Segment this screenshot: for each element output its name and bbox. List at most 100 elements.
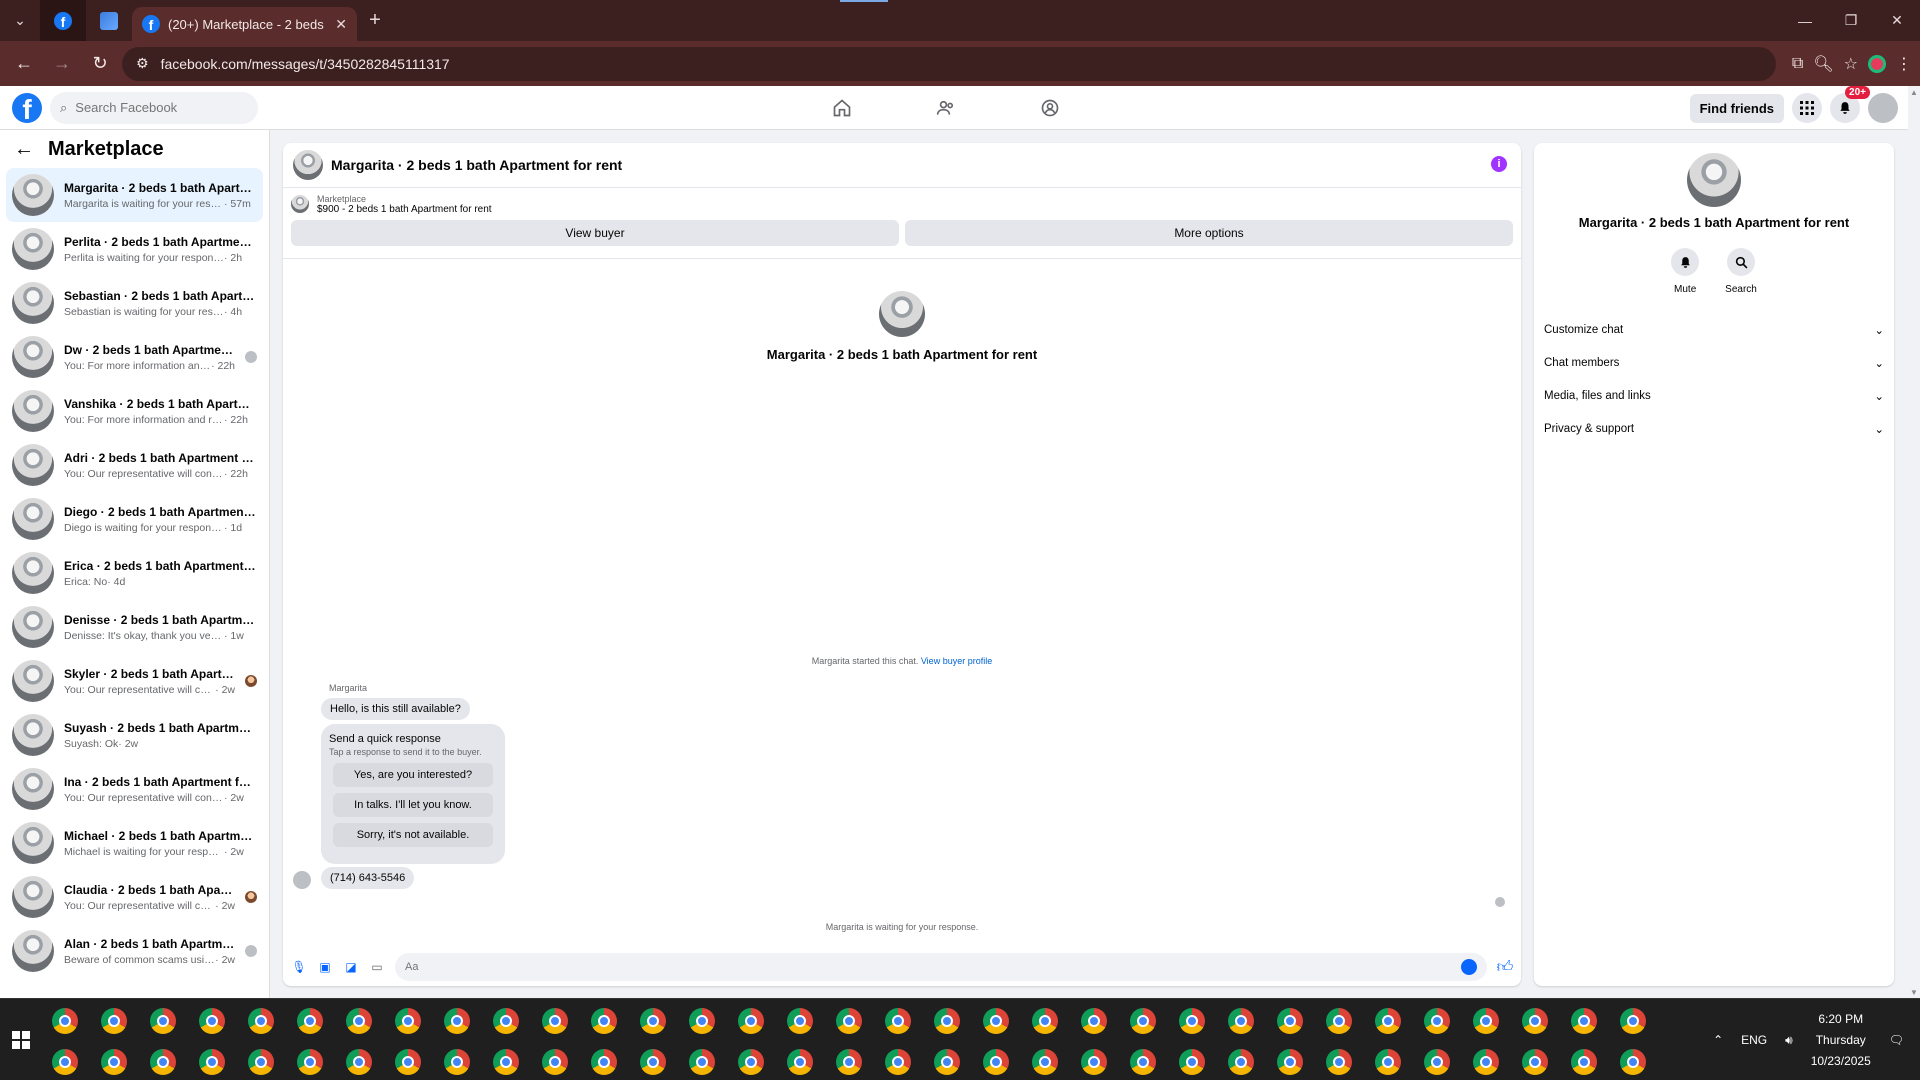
reload-icon[interactable]: ↻	[84, 48, 116, 80]
chrome-taskbar-icon[interactable]	[1571, 1049, 1597, 1075]
menu-kebab-icon[interactable]: ⋮	[1896, 54, 1912, 74]
minimize-icon[interactable]: —	[1782, 0, 1828, 41]
conversation-item[interactable]: Suyash · 2 beds 1 bath Apartment ... Suya…	[6, 708, 263, 762]
account-avatar[interactable]	[1868, 93, 1898, 123]
listing-summary[interactable]: Marketplace $900 - 2 beds 1 bath Apartme…	[283, 188, 1521, 220]
menu-grid-icon[interactable]	[1792, 93, 1822, 123]
scroll-down-icon[interactable]: ▼	[1910, 988, 1918, 997]
chrome-taskbar-icon[interactable]	[297, 1008, 323, 1034]
customize-chat-section[interactable]: Customize chat ⌄	[1544, 313, 1884, 346]
conversation-item[interactable]: Denisse · 2 beds 1 bath Apartment... Deni…	[6, 600, 263, 654]
chrome-taskbar-icon[interactable]	[1081, 1049, 1107, 1075]
conversation-item[interactable]: Alan · 2 beds 1 bath Apartment f... Bewar…	[6, 924, 263, 978]
chrome-taskbar-icon[interactable]	[983, 1008, 1009, 1034]
tab-marketplace[interactable]: f (20+) Marketplace - 2 beds 1 b ✕	[132, 7, 357, 41]
chrome-taskbar-icon[interactable]	[1620, 1008, 1646, 1034]
back-arrow-icon[interactable]: ←	[14, 138, 34, 161]
search-input[interactable]	[75, 100, 236, 115]
chrome-taskbar-icon[interactable]	[1522, 1049, 1548, 1075]
language-indicator[interactable]: ENG	[1741, 1033, 1767, 1047]
chrome-taskbar-icon[interactable]	[1179, 1049, 1205, 1075]
chrome-taskbar-icon[interactable]	[738, 1049, 764, 1075]
chrome-taskbar-icon[interactable]	[591, 1049, 617, 1075]
message-input[interactable]	[405, 961, 1461, 973]
chrome-taskbar-icon[interactable]	[787, 1008, 813, 1034]
url-field[interactable]: ⚙ facebook.com/messages/t/34502828451113…	[122, 46, 1776, 81]
chrome-taskbar-icon[interactable]	[1277, 1008, 1303, 1034]
notification-center-icon[interactable]: 🗨︎	[1889, 1033, 1904, 1047]
chrome-taskbar-icon[interactable]	[1326, 1049, 1352, 1075]
restore-icon[interactable]: ❐	[1828, 0, 1874, 41]
chrome-taskbar-icon[interactable]	[1228, 1008, 1254, 1034]
chrome-taskbar-icon[interactable]	[640, 1049, 666, 1075]
chrome-taskbar-icon[interactable]	[689, 1008, 715, 1034]
tray-chevron-icon[interactable]: ⌃	[1713, 1033, 1723, 1047]
chrome-taskbar-icon[interactable]	[1130, 1008, 1156, 1034]
microphone-icon[interactable]: 🎙︎	[291, 959, 307, 975]
chrome-taskbar-icon[interactable]	[395, 1049, 421, 1075]
facebook-search[interactable]: ⌕	[50, 91, 258, 124]
mute-button[interactable]: Mute	[1671, 248, 1700, 295]
chrome-taskbar-icon[interactable]	[1130, 1049, 1156, 1075]
chrome-taskbar-icon[interactable]	[101, 1049, 127, 1075]
chrome-taskbar-icon[interactable]	[1424, 1049, 1450, 1075]
chrome-taskbar-icon[interactable]	[787, 1049, 813, 1075]
chrome-taskbar-icon[interactable]	[1473, 1049, 1499, 1075]
chrome-taskbar-icon[interactable]	[542, 1049, 568, 1075]
chrome-taskbar-icon[interactable]	[52, 1008, 78, 1034]
chrome-taskbar-icon[interactable]	[150, 1008, 176, 1034]
chrome-taskbar-icon[interactable]	[493, 1008, 519, 1034]
chrome-taskbar-icon[interactable]	[493, 1049, 519, 1075]
conversation-item[interactable]: Dw · 2 beds 1 bath Apartment f... You: Fo…	[6, 330, 263, 384]
photo-icon[interactable]: ▣	[317, 959, 333, 975]
pinned-tab-zillow[interactable]	[86, 0, 132, 41]
close-window-icon[interactable]: ✕	[1874, 0, 1920, 41]
facebook-logo-icon[interactable]: f	[12, 92, 42, 123]
chrome-taskbar-icon[interactable]	[1032, 1049, 1058, 1075]
chrome-taskbar-icon[interactable]	[1277, 1049, 1303, 1075]
chrome-taskbar-icon[interactable]	[1424, 1008, 1450, 1034]
info-icon[interactable]: i	[1491, 156, 1507, 172]
sticker-icon[interactable]: ◪	[343, 959, 359, 975]
conversation-item[interactable]: Ina · 2 beds 1 bath Apartment for r... Yo…	[6, 762, 263, 816]
view-buyer-profile-link[interactable]: View buyer profile	[921, 656, 992, 666]
install-app-icon[interactable]: ⧉	[1792, 55, 1803, 73]
chrome-taskbar-icon[interactable]	[1179, 1008, 1205, 1034]
profile-icon[interactable]	[1868, 54, 1886, 73]
emoji-icon[interactable]	[1461, 959, 1477, 975]
bookmark-star-icon[interactable]: ☆	[1844, 54, 1858, 74]
chrome-taskbar-icon[interactable]	[1522, 1008, 1548, 1034]
conversation-item[interactable]: Erica · 2 beds 1 bath Apartment for... Er…	[6, 546, 263, 600]
quick-response-option[interactable]: Sorry, it's not available.	[333, 823, 493, 847]
home-icon[interactable]	[820, 90, 864, 126]
chrome-taskbar-icon[interactable]	[1081, 1008, 1107, 1034]
chrome-taskbar-icon[interactable]	[934, 1008, 960, 1034]
chrome-taskbar-icon[interactable]	[444, 1008, 470, 1034]
message-input-container[interactable]	[395, 953, 1487, 981]
chrome-taskbar-icon[interactable]	[1032, 1008, 1058, 1034]
pinned-tab-facebook[interactable]: f	[40, 0, 86, 41]
page-scrollbar[interactable]: ▲ ▼	[1908, 86, 1920, 998]
quick-response-option[interactable]: In talks. I'll let you know.	[333, 793, 493, 817]
gif-icon[interactable]: ▭	[369, 959, 385, 975]
groups-icon[interactable]	[1028, 90, 1072, 126]
zoom-icon[interactable]: 🔍︎	[1813, 54, 1833, 74]
chrome-taskbar-icon[interactable]	[934, 1049, 960, 1075]
conversation-item[interactable]: Perlita · 2 beds 1 bath Apartment f... Pe…	[6, 222, 263, 276]
chrome-taskbar-icon[interactable]	[199, 1049, 225, 1075]
chat-title[interactable]: Margarita · 2 beds 1 bath Apartment for …	[331, 157, 622, 173]
chrome-taskbar-icon[interactable]	[689, 1049, 715, 1075]
chrome-taskbar-icon[interactable]	[52, 1049, 78, 1075]
media-files-links-section[interactable]: Media, files and links ⌄	[1544, 379, 1884, 412]
chrome-taskbar-icon[interactable]	[346, 1049, 372, 1075]
conversation-item[interactable]: Michael · 2 beds 1 bath Apartment... Mich…	[6, 816, 263, 870]
scroll-up-icon[interactable]: ▲	[1910, 88, 1918, 97]
windows-start-icon[interactable]	[12, 1031, 30, 1049]
chrome-taskbar-icon[interactable]	[1571, 1008, 1597, 1034]
chrome-taskbar-icon[interactable]	[640, 1008, 666, 1034]
friends-icon[interactable]	[924, 90, 968, 126]
conversation-item[interactable]: Vanshika · 2 beds 1 bath Apartmen... You:…	[6, 384, 263, 438]
chrome-taskbar-icon[interactable]	[101, 1008, 127, 1034]
search-conversation-button[interactable]: Search	[1725, 248, 1757, 295]
chrome-taskbar-icon[interactable]	[738, 1008, 764, 1034]
